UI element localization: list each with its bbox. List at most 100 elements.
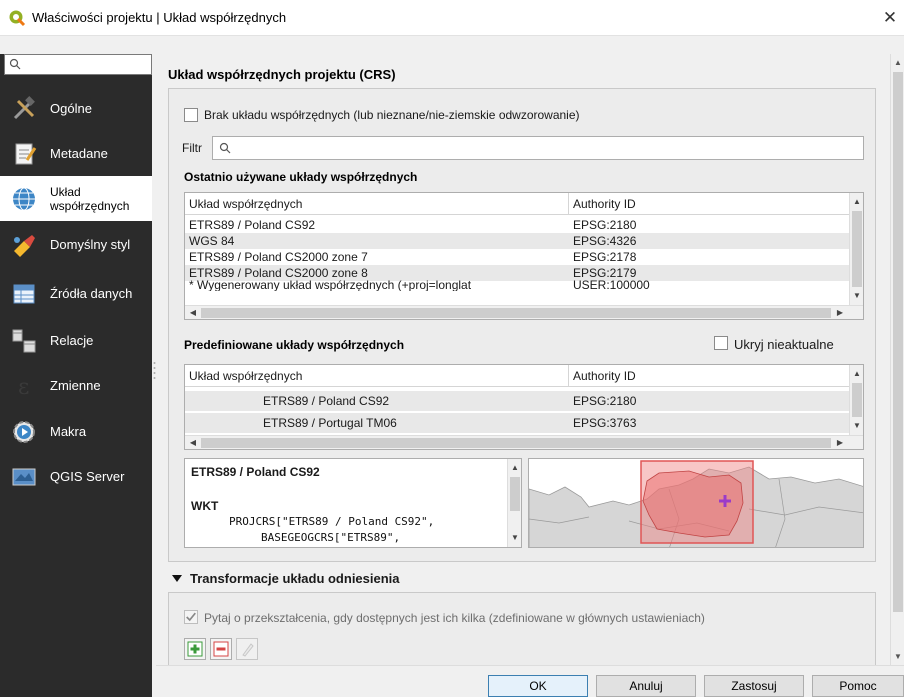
cell-crs-name: ETRS89 / Poland CS2000 zone 7	[189, 250, 368, 264]
add-icon	[187, 641, 203, 657]
ask-transform-label: Pytaj o przekształcenia, gdy dostępnych …	[204, 611, 705, 625]
scroll-up-arrow-icon[interactable]: ▲	[852, 369, 862, 379]
paint-icon	[14, 234, 35, 257]
scroll-down-arrow-icon[interactable]: ▼	[893, 652, 903, 662]
sidebar-item-qgis-server[interactable]: QGIS Server	[0, 454, 152, 499]
pencil-icon	[242, 643, 254, 657]
sidebar-item-label: Domyślny styl	[50, 237, 131, 252]
transformations-title: Transformacje układu odniesienia	[190, 571, 400, 586]
scrollbar-thumb[interactable]	[852, 383, 862, 417]
column-header-authority-id[interactable]: Authority ID	[569, 193, 849, 215]
table-row[interactable]: ETRS89 / Poland CS92 EPSG:2180	[185, 217, 849, 233]
remove-icon	[213, 641, 229, 657]
sidebar-item-label: QGIS Server	[50, 469, 125, 484]
scroll-left-arrow-icon[interactable]: ◀	[188, 308, 198, 318]
sidebar-item-crs[interactable]: Układ współrzędnych	[0, 176, 152, 221]
cell-authority-id: USER:100000	[573, 279, 650, 291]
table-horizontal-scrollbar[interactable]: ◀ ▶	[185, 435, 863, 449]
sidebar-item-default-style[interactable]: Domyślny styl	[0, 222, 152, 267]
globe-icon	[13, 187, 35, 210]
server-icon	[12, 468, 36, 485]
cell-authority-id: EPSG:2180	[573, 218, 637, 232]
scrollbar-thumb[interactable]	[510, 477, 520, 511]
table-row[interactable]: WGS 84 EPSG:4326	[185, 233, 849, 249]
scroll-down-arrow-icon[interactable]: ▼	[510, 533, 520, 543]
table-row[interactable]: ETRS89 / Poland CS2000 zone 7 EPSG:2178	[185, 249, 849, 265]
filter-input[interactable]	[212, 136, 864, 160]
gear-play-icon	[13, 420, 35, 443]
table-vertical-scrollbar[interactable]: ▲ ▼	[849, 193, 863, 305]
scrollbar-thumb[interactable]	[201, 438, 831, 448]
wkt-line: PROJCRS["ETRS89 / Poland CS92",	[229, 515, 435, 528]
sidebar-item-label: Metadane	[50, 146, 108, 161]
crs-details-panel: ETRS89 / Poland CS92 WKT PROJCRS["ETRS89…	[184, 458, 522, 548]
details-scrollbar[interactable]: ▲ ▼	[507, 459, 521, 547]
title-bar: Właściwości projektu | Układ współrzędny…	[0, 0, 904, 36]
table-icon	[13, 284, 35, 303]
wkt-label: WKT	[191, 499, 219, 513]
sidebar-item-label: Zmienne	[50, 378, 101, 393]
column-header-crs[interactable]: Układ współrzędnych	[185, 365, 569, 387]
scrollbar-thumb[interactable]	[201, 308, 831, 318]
ask-transform-checkbox[interactable]	[184, 610, 198, 624]
scroll-right-arrow-icon[interactable]: ▶	[835, 308, 845, 318]
wkt-line: BASEGEOGCRS["ETRS89",	[261, 531, 401, 544]
edit-transform-button[interactable]	[236, 638, 258, 660]
sidebar-search-input[interactable]	[4, 54, 152, 75]
no-crs-label: Brak układu współrzędnych (lub nieznane/…	[204, 108, 580, 122]
main-vertical-scrollbar[interactable]: ▲ ▼	[890, 54, 904, 665]
scroll-up-arrow-icon[interactable]: ▲	[893, 58, 903, 68]
remove-transform-button[interactable]	[210, 638, 232, 660]
table-row[interactable]: ETRS89 / Poland CS92 EPSG:2180	[185, 391, 849, 411]
close-icon[interactable]: ✕	[876, 0, 904, 36]
table-vertical-scrollbar[interactable]: ▲ ▼	[849, 365, 863, 435]
add-transform-button[interactable]	[184, 638, 206, 660]
cell-authority-id: EPSG:2178	[573, 250, 637, 264]
scroll-down-arrow-icon[interactable]: ▼	[852, 421, 862, 431]
hide-deprecated-checkbox[interactable]	[714, 336, 728, 350]
sidebar-item-variables[interactable]: ε Zmienne	[0, 363, 152, 408]
column-header-authority-id[interactable]: Authority ID	[569, 365, 849, 387]
table-horizontal-scrollbar[interactable]: ◀ ▶	[185, 305, 863, 319]
sidebar-item-label: Źródła danych	[50, 286, 133, 301]
table-header: Układ współrzędnych Authority ID	[185, 365, 849, 387]
transformations-header[interactable]: Transformacje układu odniesienia	[172, 571, 400, 586]
cancel-button[interactable]: Anuluj	[596, 675, 696, 697]
no-crs-checkbox[interactable]	[184, 108, 198, 122]
main-panel: Układ współrzędnych projektu (CRS) Brak …	[156, 54, 890, 697]
cell-authority-id: EPSG:2180	[573, 394, 637, 408]
cell-crs-name: ETRS89 / Poland CS92	[189, 218, 316, 232]
crs-details-title: ETRS89 / Poland CS92	[191, 465, 320, 479]
crs-section-title: Układ współrzędnych projektu (CRS)	[168, 67, 396, 82]
collapse-arrow-icon[interactable]	[172, 575, 182, 582]
column-header-crs[interactable]: Układ współrzędnych	[185, 193, 569, 215]
ok-button[interactable]: OK	[488, 675, 588, 697]
sidebar-item-general[interactable]: Ogólne	[0, 86, 152, 131]
cell-crs-name: * Wygenerowany układ współrzędnych (+pro…	[189, 279, 472, 291]
help-button[interactable]: Pomoc	[812, 675, 904, 697]
cell-authority-id: EPSG:4326	[573, 234, 637, 248]
apply-button[interactable]: Zastosuj	[704, 675, 804, 697]
sidebar-item-label: Makra	[50, 424, 87, 439]
sidebar-item-relations[interactable]: Relacje	[0, 318, 152, 363]
table-row[interactable]: * Wygenerowany układ współrzędnych (+pro…	[185, 279, 849, 291]
checkmark-icon	[186, 612, 196, 622]
sidebar-item-macros[interactable]: Makra	[0, 409, 152, 454]
recent-crs-table[interactable]: Układ współrzędnych Authority ID ETRS89 …	[184, 192, 864, 320]
scroll-left-arrow-icon[interactable]: ◀	[188, 438, 198, 448]
scroll-down-arrow-icon[interactable]: ▼	[852, 291, 862, 301]
predefined-crs-table[interactable]: Układ współrzędnych Authority ID ETRS89 …	[184, 364, 864, 450]
search-icon	[9, 58, 21, 70]
scroll-right-arrow-icon[interactable]: ▶	[835, 438, 845, 448]
scroll-up-arrow-icon[interactable]: ▲	[510, 463, 520, 473]
scroll-up-arrow-icon[interactable]: ▲	[852, 197, 862, 207]
epsilon-icon: ε	[18, 375, 29, 400]
sidebar-item-metadata[interactable]: Metadane	[0, 131, 152, 176]
sidebar-item-label: Relacje	[50, 333, 94, 348]
table-row[interactable]: ETRS89 / Portugal TM06 EPSG:3763	[185, 413, 849, 433]
scrollbar-thumb[interactable]	[893, 72, 903, 612]
scrollbar-thumb[interactable]	[852, 211, 862, 287]
sidebar-item-data-sources[interactable]: Źródła danych	[0, 271, 152, 316]
relations-icon	[12, 329, 36, 352]
cell-authority-id: EPSG:3763	[573, 416, 637, 430]
